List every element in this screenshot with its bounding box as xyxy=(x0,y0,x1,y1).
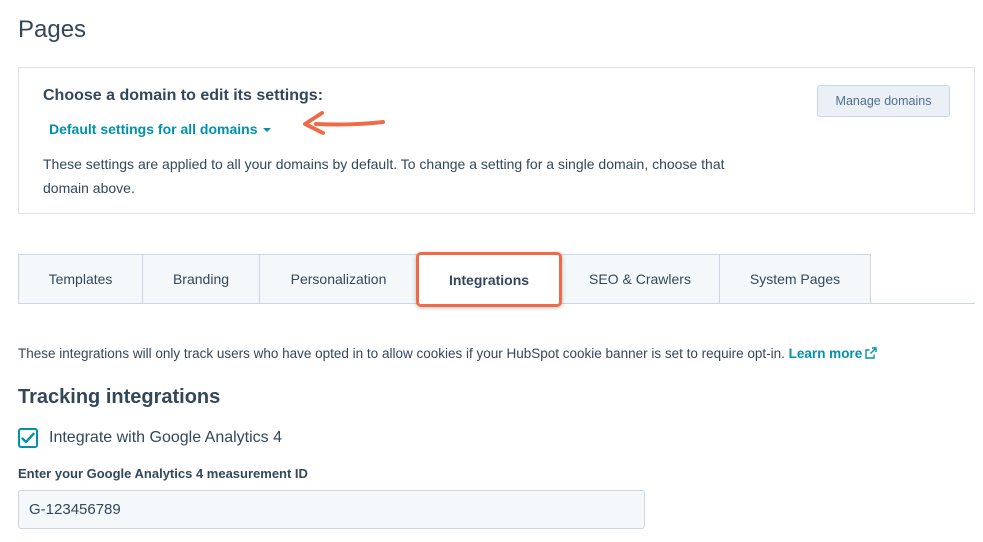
manage-domains-button[interactable]: Manage domains xyxy=(817,85,950,117)
ga4-checkbox-label[interactable]: Integrate with Google Analytics 4 xyxy=(49,429,282,447)
external-link-icon xyxy=(865,347,877,359)
tab-templates[interactable]: Templates xyxy=(18,254,143,304)
page-title: Pages xyxy=(18,16,87,43)
tracking-integrations-title: Tracking integrations xyxy=(18,386,221,408)
settings-tabs: Templates Branding Personalization Integ… xyxy=(18,254,871,304)
checkmark-icon xyxy=(21,432,35,444)
domain-settings-panel: Choose a domain to edit its settings: De… xyxy=(18,67,975,214)
annotation-arrow xyxy=(303,111,385,135)
domain-panel-heading: Choose a domain to edit its settings: xyxy=(43,87,324,104)
integrations-info-text: These integrations will only track users… xyxy=(18,346,877,361)
info-text: These integrations will only track users… xyxy=(18,346,785,361)
domain-dropdown-value: Default settings for all domains xyxy=(49,121,258,137)
domain-panel-description: These settings are applied to all your d… xyxy=(43,156,725,196)
tab-branding[interactable]: Branding xyxy=(143,254,260,304)
caret-down-icon xyxy=(263,127,272,132)
ga4-checkbox[interactable] xyxy=(18,428,38,448)
domain-dropdown[interactable]: Default settings for all domains xyxy=(49,121,272,137)
tab-integrations[interactable]: Integrations xyxy=(418,254,561,304)
tab-personalization[interactable]: Personalization xyxy=(260,254,418,304)
ga4-checkbox-row: Integrate with Google Analytics 4 xyxy=(18,428,282,448)
measurement-id-label: Enter your Google Analytics 4 measuremen… xyxy=(18,466,308,481)
tab-seo-crawlers[interactable]: SEO & Crawlers xyxy=(561,254,720,304)
measurement-id-input[interactable] xyxy=(18,490,645,529)
learn-more-link[interactable]: Learn more xyxy=(789,346,878,361)
learn-more-label: Learn more xyxy=(788,346,863,361)
tab-system-pages[interactable]: System Pages xyxy=(720,254,871,304)
